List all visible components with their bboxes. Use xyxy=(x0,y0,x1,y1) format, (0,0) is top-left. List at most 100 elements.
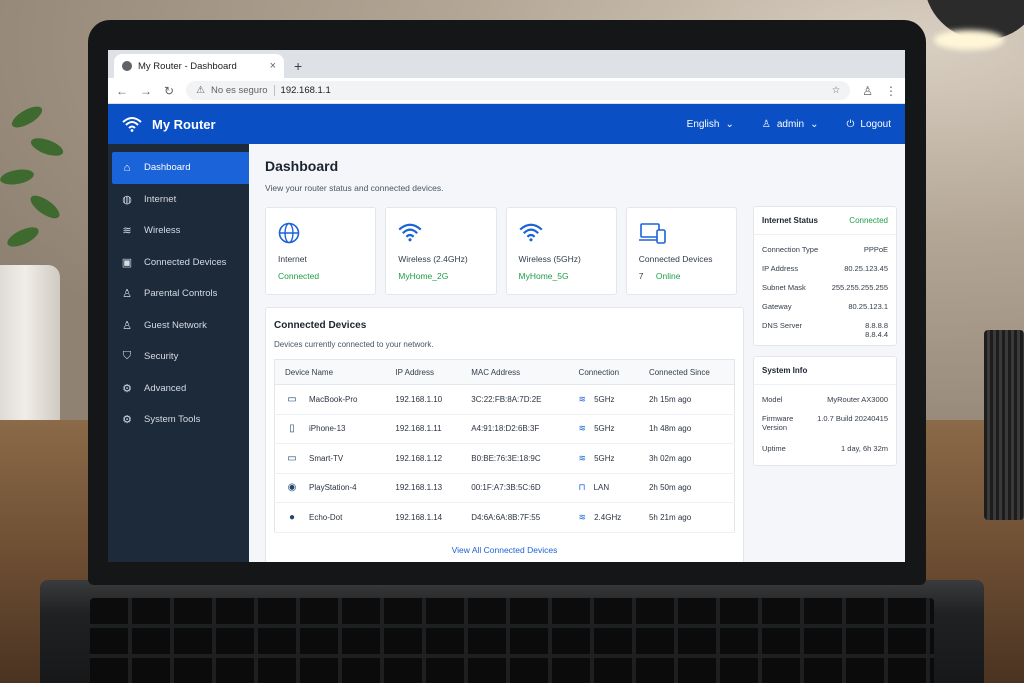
star-icon[interactable]: ☆ xyxy=(832,85,841,96)
sidebar-item-guest-network[interactable]: ♙ Guest Network xyxy=(108,310,249,342)
table-row[interactable]: ▯ iPhone-13 192.168.1.11 A4:91:18:D2:6B:3… xyxy=(274,414,735,444)
user-dropdown[interactable]: ♙ admin ⌄ xyxy=(762,119,819,130)
column-header[interactable]: MAC Address xyxy=(461,359,569,385)
tools-icon: ⚙ xyxy=(122,414,132,427)
device-connection: 5GHz xyxy=(594,424,615,434)
address-bar[interactable]: ⚠ No es seguro 192.168.1.1 ☆ xyxy=(186,81,851,100)
connected-devices-panel: Connected Devices Devices currently conn… xyxy=(265,307,744,562)
panel-title: Internet Status xyxy=(762,216,819,225)
sidebar-item-internet[interactable]: ◍ Internet xyxy=(108,184,249,216)
card-wireless-5g[interactable]: Wireless (5GHz) MyHome_5G xyxy=(505,207,617,295)
kv-value: 80.25.123.1 xyxy=(848,302,888,311)
kv-row: Connection Type PPPoE xyxy=(762,241,888,260)
tv-icon: ▭ xyxy=(287,452,297,464)
card-value: Connected xyxy=(278,271,320,281)
system-info-panel: System Info Model MyRouter AX3000 Firmwar… xyxy=(753,356,897,466)
wifi-icon xyxy=(122,117,142,132)
device-mac: B0:BE:76:3E:18:9C xyxy=(461,443,569,474)
kv-value: 1.0.7 Build 20240415 xyxy=(817,414,888,423)
card-connected-devices[interactable]: Connected Devices 7 Online xyxy=(625,207,737,295)
card-wireless-2g[interactable]: Wireless (2.4GHz) MyHome_2G xyxy=(385,207,497,295)
device-since: 2h 50m ago xyxy=(638,473,735,503)
page-subtitle: View your router status and connected de… xyxy=(265,183,444,193)
brand-name: My Router xyxy=(152,116,216,132)
device-count: 7 xyxy=(638,271,644,281)
sidebar-item-label: System Tools xyxy=(144,414,201,426)
url-text[interactable]: 192.168.1.1 xyxy=(281,85,331,96)
table-row[interactable]: ● Echo-Dot 192.168.1.14 D4:6A:6A:8B:7F:55… xyxy=(274,502,735,533)
sidebar-item-system-tools[interactable]: ⚙ System Tools xyxy=(108,404,249,436)
gear-icon: ⚙ xyxy=(122,382,132,395)
warning-icon[interactable]: ⚠ xyxy=(196,85,205,96)
sidebar-item-dashboard[interactable]: ⌂ Dashboard xyxy=(112,152,249,184)
wifi-icon: ≋ xyxy=(578,423,587,434)
kv-value: 8.8.8.8 8.8.4.4 xyxy=(865,321,888,339)
globe-icon xyxy=(278,222,363,250)
kv-row: Gateway 80.25.123.1 xyxy=(762,298,888,317)
browser-toolbar: ← → ↻ ⚠ No es seguro 192.168.1.1 ☆ ♙ ⋮ xyxy=(108,78,905,104)
kv-key: Model xyxy=(762,395,783,404)
table-header-row: Device Name IP Address MAC Address Conne… xyxy=(274,359,735,385)
dns-secondary: 8.8.4.4 xyxy=(865,330,888,339)
sidebar-item-wireless[interactable]: ≋ Wireless xyxy=(108,215,249,247)
app-body: ⌂ Dashboard ◍ Internet ≋ Wireless ▣ Conn… xyxy=(108,144,905,562)
kv-value: 80.25.123.45 xyxy=(844,264,888,273)
kv-value: MyRouter AX3000 xyxy=(827,395,888,404)
brand[interactable]: My Router xyxy=(122,116,216,132)
language-label: English xyxy=(686,118,720,130)
column-header[interactable]: Device Name xyxy=(274,359,386,385)
menu-icon[interactable]: ⋮ xyxy=(885,84,897,98)
kv-key: Gateway xyxy=(762,302,792,311)
column-header[interactable]: IP Address xyxy=(385,359,462,385)
users-icon: ♙ xyxy=(122,319,132,332)
sidebar-item-parental-controls[interactable]: ♙ Parental Controls xyxy=(108,278,249,310)
browser-tabbar: My Router - Dashboard × + xyxy=(108,50,905,78)
wifi-icon: ≋ xyxy=(122,225,132,238)
language-dropdown[interactable]: English ⌄ xyxy=(687,119,734,130)
device-connection: 5GHz xyxy=(594,394,615,404)
device-name: PlayStation-4 xyxy=(309,483,357,493)
right-column: Internet Status Connected Connection Typ… xyxy=(753,206,897,476)
column-header[interactable]: Connection xyxy=(568,359,639,385)
kv-key: Uptime xyxy=(762,444,786,453)
forward-icon[interactable]: → xyxy=(140,84,152,98)
back-icon[interactable]: ← xyxy=(116,84,128,98)
new-tab-button[interactable]: + xyxy=(284,58,312,78)
kv-key: Firmware Version xyxy=(762,414,794,432)
logout-button[interactable]: ⏻ Logout xyxy=(846,119,891,130)
device-mac: 00:1F:A7:3B:5C:6D xyxy=(461,473,569,503)
panel-header: Internet Status Connected xyxy=(754,207,896,235)
device-name: iPhone-13 xyxy=(309,424,346,434)
dns-primary: 8.8.8.8 xyxy=(865,321,888,330)
table-row[interactable]: ▭ MacBook-Pro 192.168.1.10 3C:22:FB:8A:7D… xyxy=(274,384,735,415)
kv-row: DNS Server 8.8.8.8 8.8.4.4 xyxy=(762,317,888,339)
laptop-icon: ▭ xyxy=(287,393,297,405)
reload-icon[interactable]: ↻ xyxy=(164,84,174,98)
sidebar-item-label: Wireless xyxy=(144,225,181,237)
devices-icon: ▣ xyxy=(121,256,133,269)
sidebar-item-advanced[interactable]: ⚙ Advanced xyxy=(108,373,249,405)
device-connection: 5GHz xyxy=(594,453,615,463)
view-all-devices-link[interactable]: View All Connected Devices xyxy=(274,545,735,555)
browser-tab[interactable]: My Router - Dashboard × xyxy=(114,54,284,78)
sidebar-item-connected-devices[interactable]: ▣ Connected Devices xyxy=(108,247,249,279)
wifi-icon: ≋ xyxy=(578,452,587,463)
profile-icon[interactable]: ♙ xyxy=(862,84,873,98)
devices-icon xyxy=(638,222,724,250)
kv-row: Model MyRouter AX3000 xyxy=(762,391,888,410)
sidebar-item-security[interactable]: ⛉ Security xyxy=(108,341,249,373)
not-secure-label[interactable]: No es seguro xyxy=(211,85,268,96)
device-name: Echo-Dot xyxy=(309,512,343,522)
card-internet[interactable]: Internet Connected xyxy=(265,207,377,295)
sidebar-item-label: Advanced xyxy=(144,382,187,394)
panel-title: Connected Devices xyxy=(274,320,367,331)
app-header: My Router English ⌄ ♙ admin ⌄ ⏻ Logout xyxy=(108,104,905,144)
close-icon[interactable]: × xyxy=(270,60,276,72)
table-row[interactable]: ▭ Smart-TV 192.168.1.12 B0:BE:76:3E:18:9C… xyxy=(274,443,735,474)
table-row[interactable]: ◉ PlayStation-4 192.168.1.13 00:1F:A7:3B:… xyxy=(274,473,735,503)
kv-value: 1 day, 6h 32m xyxy=(841,444,888,453)
column-header[interactable]: Connected Since xyxy=(638,359,735,385)
status-cards: Internet Connected Wireless (2.4GHz) MyH… xyxy=(265,207,737,295)
screen: My Router - Dashboard × + ← → ↻ ⚠ No es … xyxy=(108,50,905,562)
device-name: Smart-TV xyxy=(309,453,344,463)
